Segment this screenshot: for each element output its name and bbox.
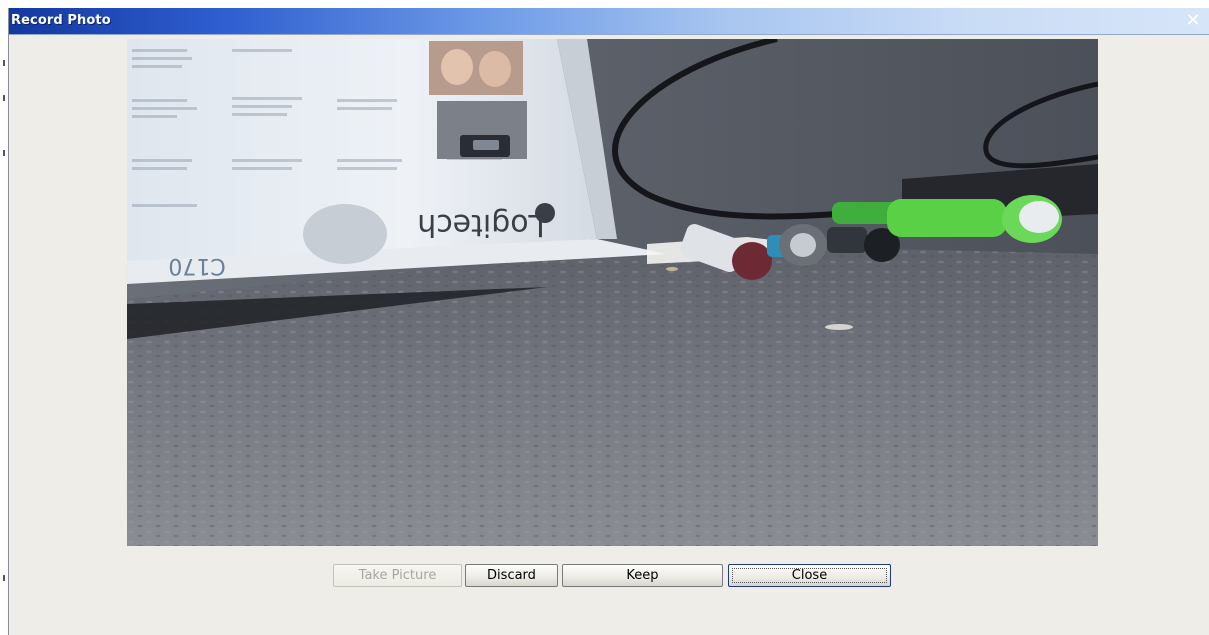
box-model-text: C170 bbox=[168, 253, 225, 278]
keep-button[interactable]: Keep bbox=[562, 564, 723, 587]
box-brand-text: Logitech bbox=[417, 207, 545, 242]
camera-preview: Logitech C170 bbox=[127, 39, 1098, 546]
close-icon[interactable]: ✕ bbox=[1183, 12, 1203, 30]
title-bar[interactable]: Record Photo ✕ bbox=[9, 8, 1209, 35]
discard-button[interactable]: Discard bbox=[465, 564, 558, 587]
record-photo-dialog: Record Photo ✕ Logitech C170 Take Pictur… bbox=[8, 8, 1209, 635]
window-title: Record Photo bbox=[11, 13, 111, 28]
close-button[interactable]: Close bbox=[728, 564, 891, 587]
button-bar: Take Picture Discard Keep Close bbox=[9, 564, 1209, 588]
focus-ring bbox=[732, 568, 887, 583]
take-picture-button[interactable]: Take Picture bbox=[333, 564, 462, 587]
webcam-frame: Logitech C170 bbox=[127, 39, 1098, 546]
left-edge bbox=[0, 0, 8, 635]
